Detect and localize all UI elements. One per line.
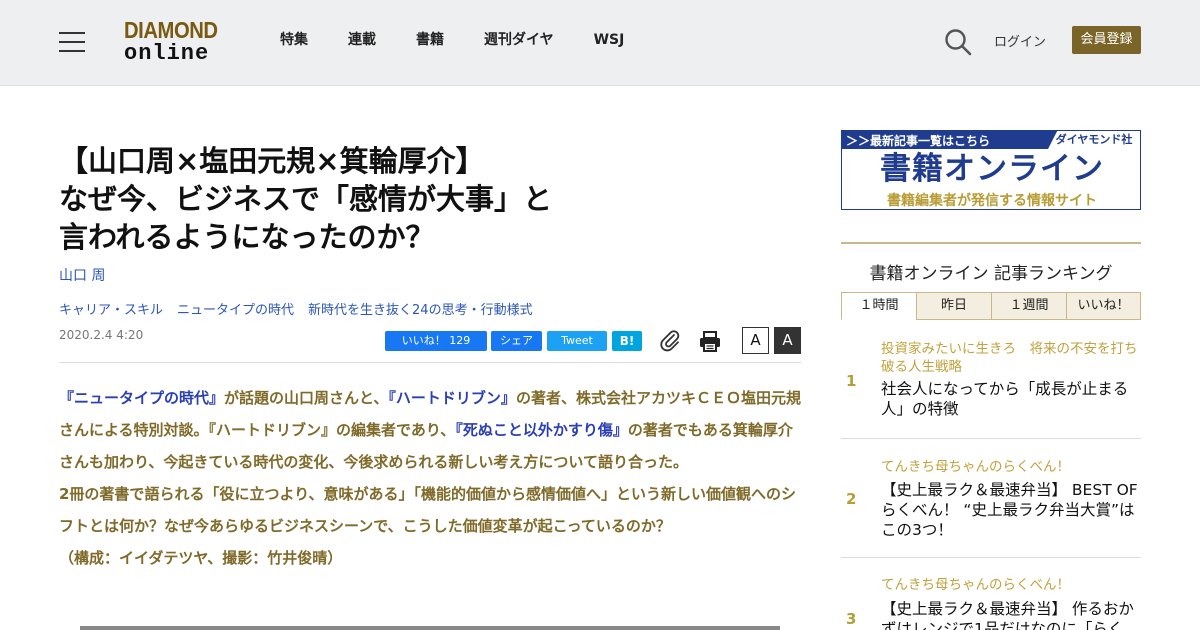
tab-yesterday[interactable]: 昨日 <box>916 292 992 320</box>
rank-title: 社会人になってから「成長が止まる人」の特徴 <box>881 380 1129 418</box>
tweet-button[interactable]: Tweet <box>547 331 607 351</box>
print-icon[interactable] <box>698 329 722 353</box>
photo-credit: （構成：イイダテツヤ、撮影：竹井俊晴） <box>59 549 343 567</box>
tag-link[interactable]: ニュータイプの時代 <box>177 299 294 318</box>
tab-1week[interactable]: １週間 <box>991 292 1067 320</box>
rank-title: 【史上最ラク＆最速弁当】 BEST OF らくべん！ “史上最ラク弁当大賞”は … <box>881 481 1138 539</box>
register-button[interactable]: 会員登録 <box>1072 26 1141 54</box>
book-link[interactable]: 『ニュータイプの時代』 <box>59 389 224 407</box>
logo-top: DIAMOND <box>124 17 218 43</box>
book-link[interactable]: 『死ぬこと以外かすり傷』 <box>455 421 628 439</box>
banner-subtitle: 書籍編集者が発信する情報サイト <box>887 193 1097 209</box>
article-title: 【山口周×塩田元規×箕輪厚介】 なぜ今、ビジネスで「感情が大事」と 言われるよう… <box>59 142 619 256</box>
title-line: 言われるようになったのか？ <box>59 220 435 254</box>
banner-link-text: ＞＞最新記事一覧はこちら <box>846 134 991 148</box>
tag-link[interactable]: キャリア・スキル <box>59 299 163 318</box>
title-line: 【山口周×塩田元規×箕輪厚介】 <box>59 144 485 178</box>
logo-bottom: online <box>124 41 210 66</box>
clip-icon[interactable] <box>658 329 682 353</box>
book-link[interactable]: 『ハートドリブン』 <box>388 389 516 407</box>
login-link[interactable]: ログイン <box>994 31 1046 50</box>
rank-number: 3 <box>846 610 857 628</box>
divider <box>59 362 801 363</box>
search-icon[interactable] <box>943 27 973 57</box>
banner-brand: ダイヤモンド社 <box>1048 131 1140 149</box>
facebook-like-label: いいね！ 129 <box>401 334 471 347</box>
rank-number: 1 <box>846 372 857 390</box>
tag-link[interactable]: 新時代を生き抜く24の思考・行動様式 <box>308 299 533 318</box>
nav-item-books[interactable]: 書籍 <box>416 31 444 49</box>
nav-item-feature[interactable]: 特集 <box>280 31 308 49</box>
author-link[interactable]: 山口 周 <box>59 265 105 285</box>
tab-1hour[interactable]: １時間 <box>841 292 917 320</box>
ranking-tabs: １時間 昨日 １週間 いいね！ <box>841 292 1141 320</box>
rank-title: 【史上最ラク＆最速弁当】 作るおかずはレンジで1品だけなのに「らく <box>881 600 1134 630</box>
article-image <box>80 626 780 630</box>
ranking-title: 書籍オンライン 記事ランキング <box>841 242 1141 284</box>
hatena-bookmark-button[interactable]: B! <box>612 331 642 351</box>
rank-number: 2 <box>846 490 857 508</box>
nav-item-series[interactable]: 連載 <box>348 31 376 49</box>
books-online-banner[interactable]: ＞＞最新記事一覧はこちら ダイヤモンド社 書籍オンライン 書籍編集者が発信する情… <box>841 130 1141 210</box>
facebook-like-button[interactable]: いいね！ 129 <box>385 331 487 351</box>
rank-category: 投資家みたいに生きろ 将来の不安を打ち破る人生戦略 <box>881 341 1138 375</box>
main-nav: 特集 連載 書籍 週刊ダイヤ WSJ <box>280 31 664 49</box>
nav-item-wsj[interactable]: WSJ <box>594 31 625 49</box>
font-size-small-button[interactable]: A <box>742 327 769 354</box>
menu-icon[interactable] <box>59 32 85 52</box>
lead-text: 2冊の著書で語られる「役に立つより、意味がある」「機能的価値から感情価値へ」とい… <box>59 485 797 535</box>
publish-date: 2020.2.4 4:20 <box>59 328 144 342</box>
site-header: DIAMOND online 特集 連載 書籍 週刊ダイヤ WSJ ログイン 会… <box>0 0 1200 86</box>
ranking-item[interactable]: 3 てんきち母ちゃんのらくべん！ 【史上最ラク＆最速弁当】 作るおかずはレンジで… <box>841 576 1141 630</box>
font-size-large-button[interactable]: A <box>774 327 801 354</box>
site-logo[interactable]: DIAMOND online <box>124 19 228 67</box>
rank-category: てんきち母ちゃんのらくべん！ <box>881 459 1070 475</box>
nav-item-weekly[interactable]: 週刊ダイヤ <box>484 31 554 49</box>
facebook-share-button[interactable]: シェア <box>491 331 542 351</box>
tab-likes[interactable]: いいね！ <box>1066 292 1141 320</box>
ranking-item[interactable]: 1 投資家みたいに生きろ 将来の不安を打ち破る人生戦略 社会人になってから「成長… <box>841 340 1141 439</box>
rank-category: てんきち母ちゃんのらくべん！ <box>881 577 1070 593</box>
lead-text: が話題の山口周さんと、 <box>224 389 389 407</box>
ranking-item[interactable]: 2 てんきち母ちゃんのらくべん！ 【史上最ラク＆最速弁当】 BEST OF らく… <box>841 458 1141 558</box>
banner-title: 書籍オンライン <box>880 151 1104 187</box>
article-lead: 『ニュータイプの時代』が話題の山口周さんと、『ハートドリブン』の著者、株式会社ア… <box>59 382 801 574</box>
tag-list: キャリア・スキル ニュータイプの時代 新時代を生き抜く24の思考・行動様式 <box>59 299 547 318</box>
title-line: なぜ今、ビジネスで「感情が大事」と <box>59 182 553 216</box>
